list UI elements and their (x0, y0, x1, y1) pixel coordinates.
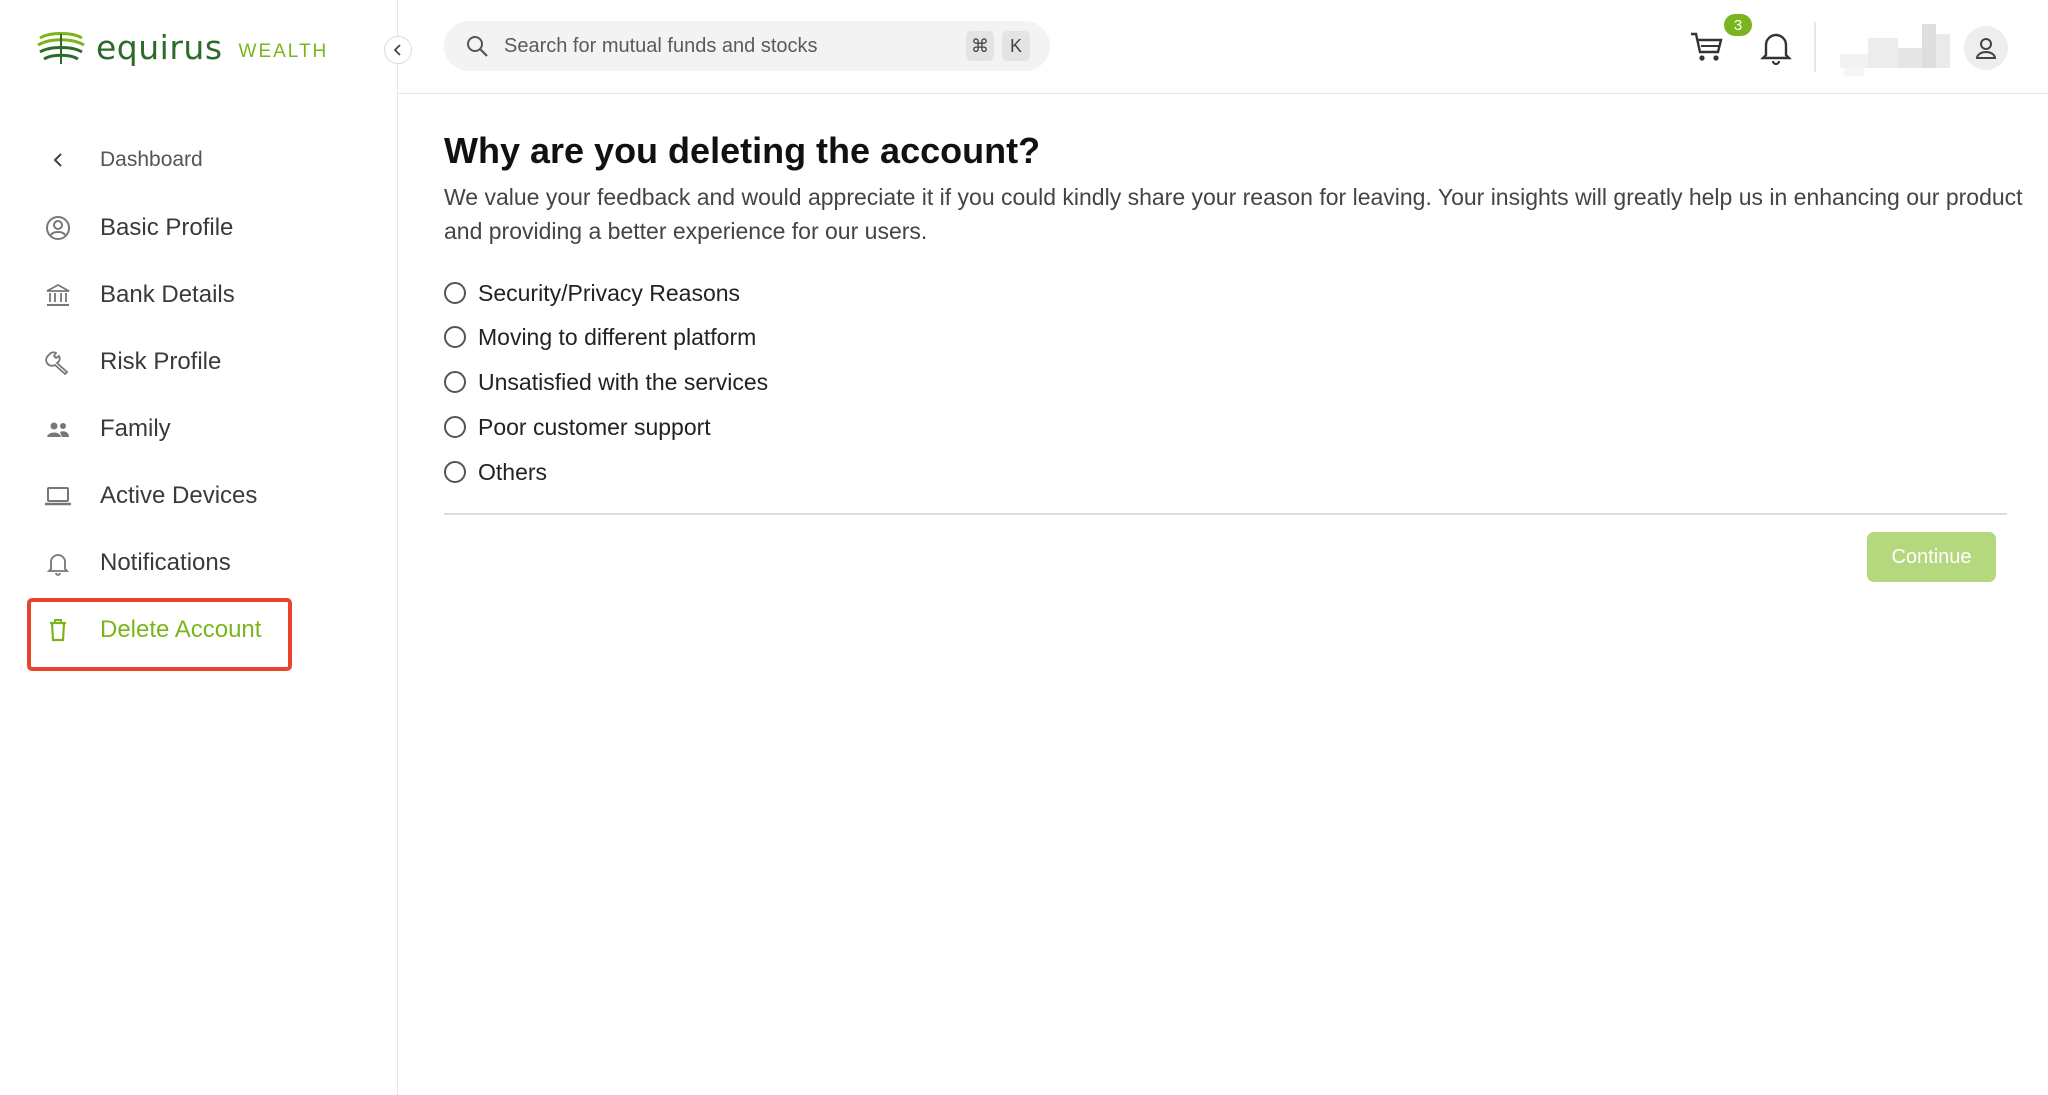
sidebar-item-label: Family (100, 415, 171, 442)
sidebar: equirus WEALTH Dashboard Basic Profile B… (0, 0, 398, 1095)
reason-option[interactable]: Moving to different platform (444, 322, 756, 352)
sidebar-item-active-devices[interactable]: Active Devices (44, 474, 257, 518)
content-divider (444, 513, 2007, 515)
shortcut-key-cmd: ⌘ (966, 31, 994, 61)
search-icon (467, 36, 488, 57)
logo-mark-icon (37, 31, 85, 64)
sidebar-item-label: Notifications (100, 549, 231, 576)
user-icon (1975, 38, 1997, 59)
reason-label: Moving to different platform (478, 323, 757, 350)
reason-option[interactable]: Others (444, 457, 547, 487)
radio-button[interactable] (444, 326, 466, 348)
top-bar: Search for mutual funds and stocks ⌘ K 3 (398, 0, 2048, 94)
laptop-icon (44, 482, 72, 510)
cart-count-badge: 3 (1724, 14, 1752, 36)
reason-option[interactable]: Unsatisfied with the services (444, 367, 768, 397)
radio-button[interactable] (444, 371, 466, 393)
chevron-left-icon (44, 146, 72, 174)
search-placeholder: Search for mutual funds and stocks (504, 34, 818, 57)
highlight-annotation-box (27, 598, 292, 671)
reason-option[interactable]: Poor customer support (444, 412, 711, 442)
sidebar-item-label: Basic Profile (100, 214, 234, 241)
user-circle-icon (44, 214, 72, 242)
sidebar-back-label: Dashboard (100, 148, 203, 171)
family-icon (44, 415, 72, 443)
brand-logo[interactable]: equirus WEALTH (36, 28, 328, 67)
user-avatar[interactable] (1964, 26, 2008, 70)
sidebar-item-risk-profile[interactable]: Risk Profile (44, 340, 221, 384)
radio-button[interactable] (444, 461, 466, 483)
brand-name: equirus (96, 28, 223, 67)
continue-button[interactable]: Continue (1867, 532, 1996, 582)
sidebar-item-notifications[interactable]: Notifications (44, 541, 231, 585)
reason-option[interactable]: Security/Privacy Reasons (444, 278, 740, 308)
bank-icon (44, 281, 72, 309)
radio-button[interactable] (444, 282, 466, 304)
sidebar-collapse-button[interactable] (384, 36, 412, 64)
reason-label: Security/Privacy Reasons (478, 279, 741, 306)
reason-label: Poor customer support (478, 413, 711, 440)
page-title: Why are you deleting the account? (444, 130, 1041, 171)
sidebar-item-label: Risk Profile (100, 348, 222, 375)
topbar-divider (1814, 22, 1816, 72)
sidebar-item-basic-profile[interactable]: Basic Profile (44, 206, 233, 250)
wrench-icon (44, 348, 72, 376)
cart-icon[interactable] (1688, 28, 1726, 66)
redacted-user-name (1840, 24, 1950, 76)
bell-icon (44, 549, 72, 577)
sidebar-item-label: Active Devices (100, 482, 258, 509)
reason-label: Unsatisfied with the services (478, 368, 769, 395)
sidebar-back-dashboard[interactable]: Dashboard (44, 138, 203, 182)
brand-sub: WEALTH (238, 40, 329, 62)
sidebar-item-family[interactable]: Family (44, 407, 171, 451)
sidebar-item-label: Bank Details (100, 281, 235, 308)
notification-bell-icon[interactable] (1758, 28, 1794, 66)
search-input[interactable]: Search for mutual funds and stocks ⌘ K (444, 21, 1050, 71)
radio-button[interactable] (444, 416, 466, 438)
sidebar-item-bank-details[interactable]: Bank Details (44, 273, 235, 317)
page-description: We value your feedback and would appreci… (444, 184, 2023, 244)
chevron-left-icon (393, 44, 401, 56)
reason-label: Others (478, 458, 548, 485)
shortcut-key-k: K (1002, 31, 1030, 61)
